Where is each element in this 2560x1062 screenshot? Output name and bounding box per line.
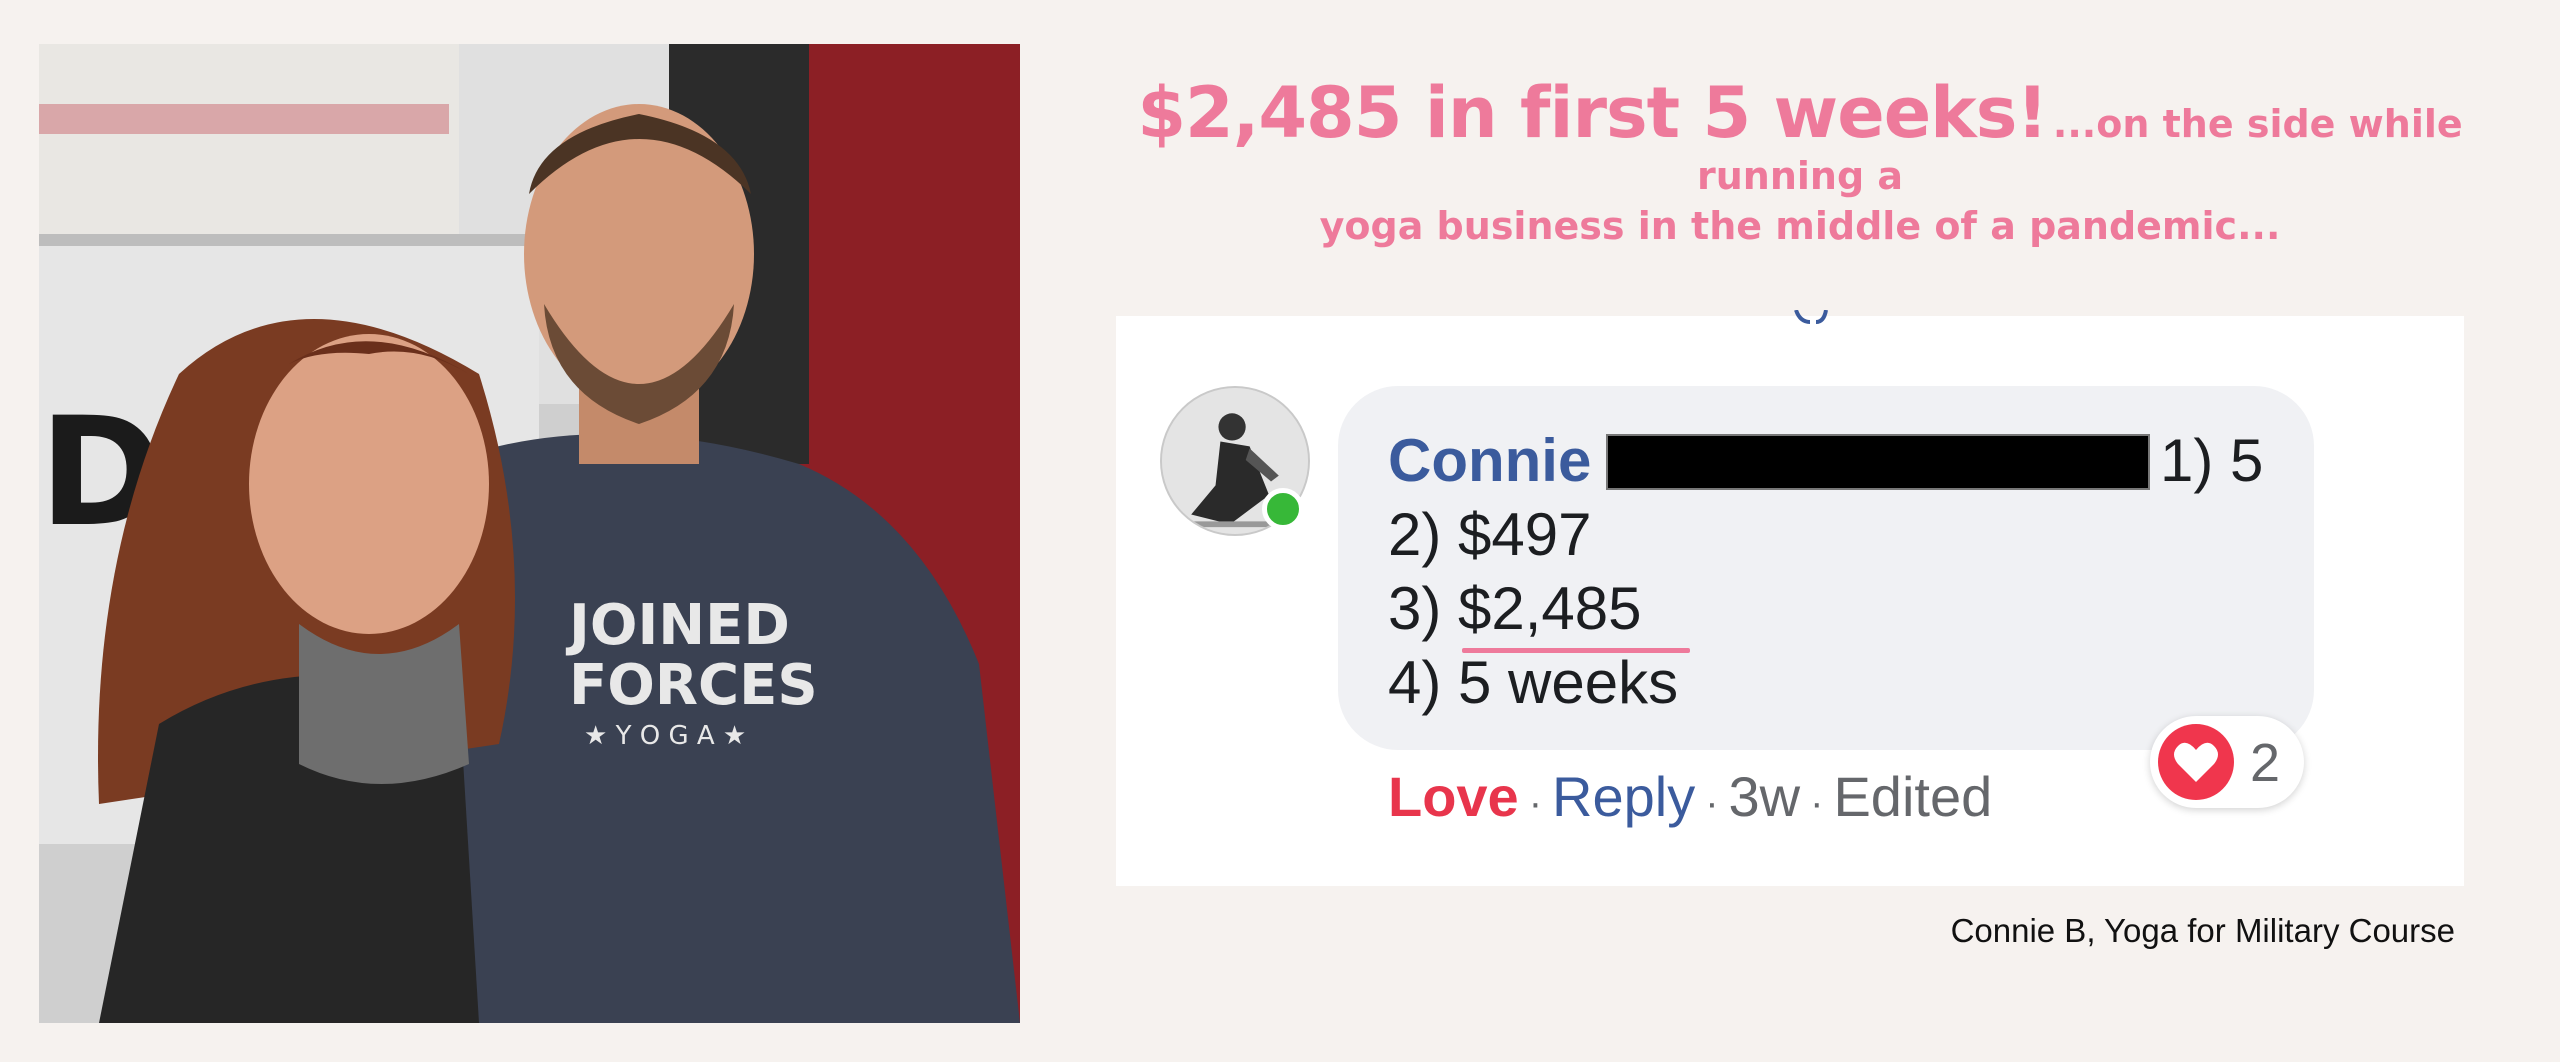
timestamp[interactable]: 3w: [1729, 765, 1801, 828]
comment-line-4: 4) 5 weeks: [1388, 649, 1679, 716]
edited-label[interactable]: Edited: [1833, 765, 1992, 828]
separator: ·: [1705, 781, 1719, 825]
comment-line-2: 2) $497: [1388, 501, 1592, 568]
online-status-dot: [1262, 488, 1304, 530]
shirt-text-1: JOINED: [565, 593, 790, 658]
cropped-glyph-icon: [1794, 310, 1828, 324]
reply-link[interactable]: Reply: [1552, 765, 1695, 828]
heart-icon: [2158, 724, 2234, 800]
comment-line-1-suffix: 1) 5: [2160, 427, 2264, 494]
headline: $2,485 in first 5 weeks! ...on the side …: [1060, 72, 2540, 248]
shirt-text-2: FORCES: [569, 653, 818, 718]
reaction-summary[interactable]: 2: [2150, 716, 2304, 808]
shirt-text-3: ★ Y O G A ★: [584, 721, 746, 751]
separator: ·: [1810, 781, 1824, 825]
headline-main: $2,485 in first 5 weeks!: [1137, 72, 2048, 154]
separator: ·: [1528, 781, 1543, 825]
comment-line-1: Connie: [1388, 426, 1591, 495]
comment-line-3: 3) $2,485: [1388, 575, 1642, 642]
commenter-name[interactable]: Connie: [1388, 427, 1591, 494]
facebook-comment-card: Connie 1) 5 2) $497 3) $2,485 4) 5 weeks…: [1116, 310, 2464, 886]
love-reaction-link[interactable]: Love: [1388, 765, 1519, 828]
testimonial-photo: DIN JOINED FORCES ★ Y O G A ★: [39, 44, 1020, 1023]
redaction-bar: [1606, 434, 2150, 490]
headline-subtext-line2: yoga business in the middle of a pandemi…: [1319, 204, 2281, 248]
comment-actions: Love · Reply · 3w · Edited: [1388, 764, 1992, 829]
comment-bubble: Connie 1) 5 2) $497 3) $2,485 4) 5 weeks: [1338, 386, 2314, 750]
reaction-count: 2: [2250, 733, 2281, 793]
photo-illustration: DIN JOINED FORCES ★ Y O G A ★: [39, 44, 1020, 1023]
testimonial-caption: Connie B, Yoga for Military Course: [1950, 912, 2455, 949]
